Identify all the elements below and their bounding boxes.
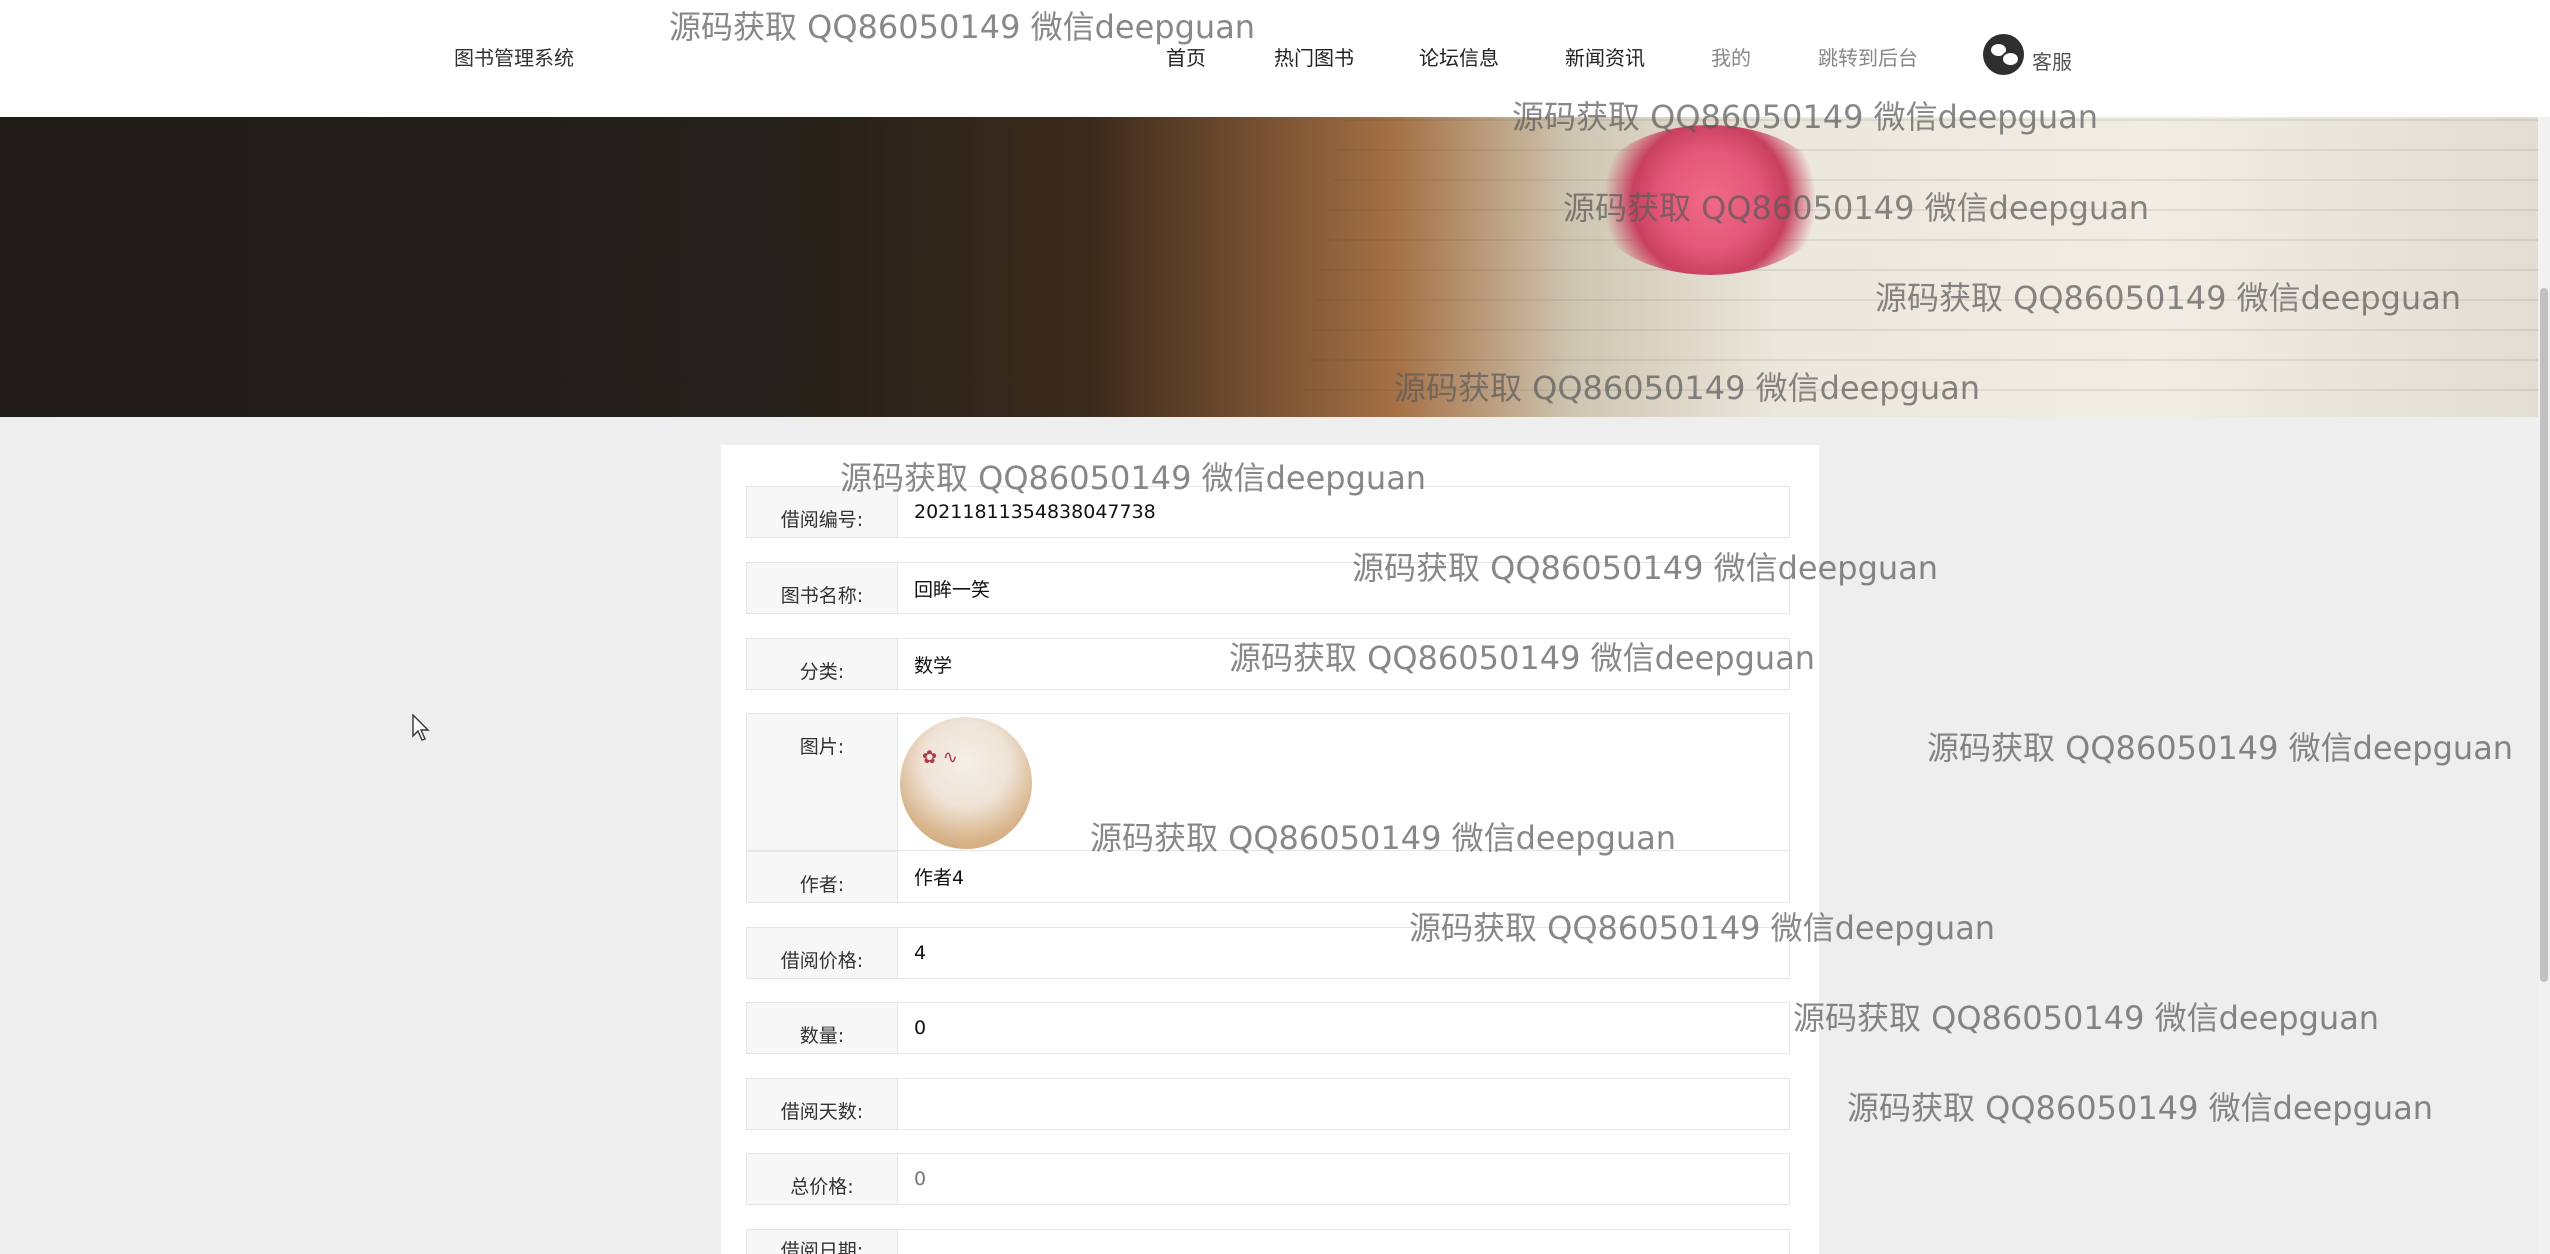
watermark-text: 源码获取 QQ86050149 微信deepguan — [1875, 279, 2462, 317]
watermark-text: 源码获取 QQ86050149 微信deepguan — [1352, 549, 1939, 587]
label-borrow-price: 借阅价格: — [746, 927, 898, 979]
watermark-text: 源码获取 QQ86050149 微信deepguan — [1394, 369, 1981, 407]
watermark-text: 源码获取 QQ86050149 微信deepguan — [1847, 1089, 2434, 1127]
wechat-icon — [1983, 34, 2024, 75]
nav-forum[interactable]: 论坛信息 — [1419, 42, 1499, 71]
value-borrow-date[interactable] — [898, 1229, 1790, 1254]
label-author: 作者: — [746, 851, 898, 903]
customer-service-label: 客服 — [2032, 50, 2072, 74]
watermark-text: 源码获取 QQ86050149 微信deepguan — [1927, 729, 2514, 767]
hero-banner — [0, 117, 2538, 417]
watermark-text: 源码获取 QQ86050149 微信deepguan — [1229, 639, 1816, 677]
site-brand[interactable]: 图书管理系统 — [454, 42, 574, 71]
customer-service[interactable]: 客服 — [1983, 34, 2072, 75]
value-quantity[interactable]: 0 — [898, 1002, 1790, 1054]
watermark-text: 源码获取 QQ86050149 微信deepguan — [1409, 909, 1996, 947]
label-book-name: 图书名称: — [746, 562, 898, 614]
row-quantity: 数量: 0 — [746, 1002, 1790, 1054]
watermark-text: 源码获取 QQ86050149 微信deepguan — [1090, 819, 1677, 857]
watermark-text: 源码获取 QQ86050149 微信deepguan — [669, 8, 1256, 46]
row-borrow-days: 借阅天数: — [746, 1078, 1790, 1130]
page-scrollbar-thumb[interactable] — [2540, 288, 2548, 982]
top-header: 图书管理系统 首页 热门图书 论坛信息 新闻资讯 我的 跳转到后台 客服 — [0, 0, 2550, 117]
nav-mine[interactable]: 我的 — [1711, 42, 1751, 71]
label-total-price: 总价格: — [746, 1153, 898, 1205]
nav-news[interactable]: 新闻资讯 — [1565, 42, 1645, 71]
label-quantity: 数量: — [746, 1002, 898, 1054]
nav-backend[interactable]: 跳转到后台 — [1818, 42, 1918, 71]
nav-hot-books[interactable]: 热门图书 — [1274, 42, 1354, 71]
row-total-price: 总价格: 0 — [746, 1153, 1790, 1205]
watermark-text: 源码获取 QQ86050149 微信deepguan — [1793, 999, 2380, 1037]
book-cover-image[interactable]: ✿ ∿ — [900, 717, 1032, 849]
label-category: 分类: — [746, 638, 898, 690]
watermark-text: 源码获取 QQ86050149 微信deepguan — [1563, 189, 2150, 227]
value-borrow-days[interactable] — [898, 1078, 1790, 1130]
value-total-price[interactable]: 0 — [898, 1153, 1790, 1205]
watermark-text: 源码获取 QQ86050149 微信deepguan — [1512, 98, 2099, 136]
label-picture: 图片: — [746, 713, 898, 851]
cover-artwork: ✿ ∿ — [922, 747, 958, 768]
row-borrow-date: 借阅日期: — [746, 1229, 1790, 1254]
label-borrow-date: 借阅日期: — [746, 1229, 898, 1254]
label-borrow-days: 借阅天数: — [746, 1078, 898, 1130]
watermark-text: 源码获取 QQ86050149 微信deepguan — [840, 459, 1427, 497]
